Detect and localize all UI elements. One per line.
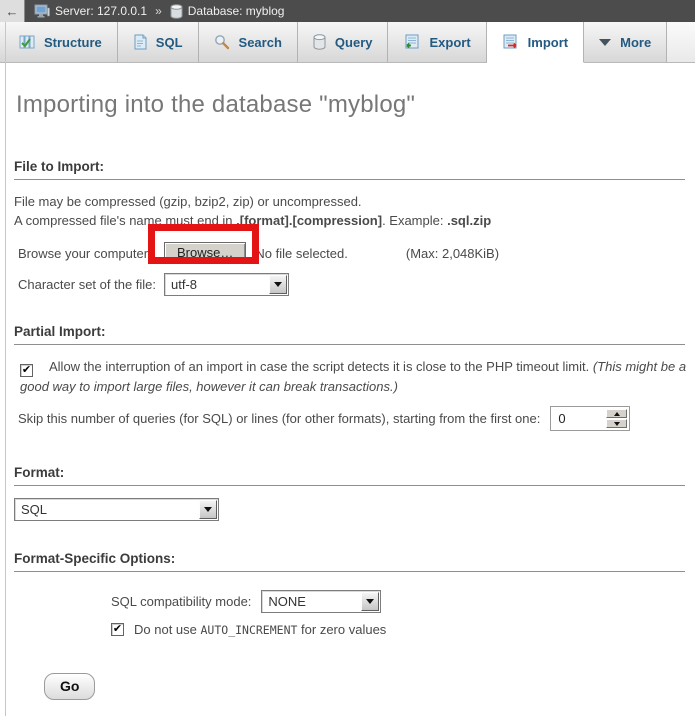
naming-example: .sql.zip [447, 213, 491, 228]
tab-more[interactable]: More [584, 22, 667, 62]
skip-queries-label: Skip this number of queries (for SQL) or… [18, 411, 540, 426]
database-icon [170, 4, 183, 19]
import-icon [502, 34, 519, 50]
allow-interruption-text: Allow the interruption of an import in c… [49, 359, 593, 374]
no-file-selected-text: No file selected. [255, 246, 348, 261]
chevron-down-icon [599, 39, 611, 46]
back-button[interactable]: ← [0, 0, 25, 22]
tab-export[interactable]: Export [388, 22, 486, 62]
tab-label: Search [239, 35, 282, 50]
sql-icon [133, 34, 147, 50]
tab-label: Structure [44, 35, 102, 50]
zero-values-text: Do not use AUTO_INCREMENT for zero value… [134, 622, 386, 637]
breadcrumb-bar: ← Server: 127.0.0.1 » Database: myblog [0, 0, 695, 22]
charset-label: Character set of the file: [14, 277, 164, 292]
export-icon [403, 34, 420, 50]
tab-label: Export [429, 35, 470, 50]
tab-structure[interactable]: Structure [4, 22, 118, 62]
zero-values-checkbox[interactable]: ✔ [111, 623, 124, 636]
zero-values-suffix: for zero values [297, 622, 386, 637]
sql-compat-label: SQL compatibility mode: [111, 594, 251, 609]
charset-row: Character set of the file: utf-8 [14, 273, 687, 296]
sql-compat-selected-value: NONE [262, 594, 360, 609]
spinner-down-icon[interactable] [606, 419, 627, 428]
tab-query[interactable]: Query [298, 22, 389, 62]
dropdown-arrow-icon[interactable] [269, 275, 287, 294]
spinner-up-icon[interactable] [606, 409, 627, 418]
dropdown-arrow-icon[interactable] [199, 500, 217, 519]
tab-label: More [620, 35, 651, 50]
file-help-text: File may be compressed (gzip, bzip2, zip… [14, 192, 687, 230]
section-heading-file-to-import: File to Import: [14, 159, 685, 180]
tab-label: Import [528, 35, 568, 50]
format-row: SQL [14, 498, 687, 521]
format-selected-value: SQL [15, 502, 198, 517]
browse-button[interactable]: Browse… [164, 242, 246, 264]
browse-label: Browse your computer: [14, 246, 164, 261]
main-content: Importing into the database "myblog" Fil… [0, 91, 695, 700]
section-heading-format: Format: [14, 465, 685, 486]
query-icon [313, 34, 326, 50]
tab-strip-filler [667, 22, 695, 62]
charset-selected-value: utf-8 [165, 277, 268, 292]
dropdown-arrow-icon[interactable] [361, 592, 379, 611]
breadcrumb-separator: » [155, 4, 162, 18]
zero-values-row: ✔ Do not use AUTO_INCREMENT for zero val… [111, 622, 687, 637]
back-arrow-icon: ← [6, 4, 19, 19]
naming-format-pattern: .[format].[compression] [236, 213, 382, 228]
server-icon [34, 4, 50, 18]
breadcrumb: Server: 127.0.0.1 » Database: myblog [34, 4, 284, 19]
go-button[interactable]: Go [44, 673, 95, 700]
sql-compat-row: SQL compatibility mode: NONE [111, 590, 687, 613]
charset-select[interactable]: utf-8 [164, 273, 289, 296]
allow-interruption-row: ✔ Allow the interruption of an import in … [14, 357, 687, 397]
search-icon [214, 34, 230, 50]
auto-increment-keyword: AUTO_INCREMENT [201, 623, 298, 637]
page-title: Importing into the database "myblog" [16, 91, 687, 119]
section-heading-format-specific: Format-Specific Options: [14, 551, 685, 572]
tab-sql[interactable]: SQL [118, 22, 199, 62]
naming-line-prefix: A compressed file's name must end in [14, 213, 236, 228]
tab-label: SQL [156, 35, 183, 50]
skip-queries-input[interactable]: 0 [550, 406, 630, 431]
browse-row: Browse your computer: Browse… No file se… [14, 242, 687, 264]
breadcrumb-server[interactable]: Server: 127.0.0.1 [55, 4, 147, 18]
tab-label: Query [335, 35, 373, 50]
tab-strip: Structure SQL Search Query Export [0, 22, 695, 63]
spinner-buttons [606, 409, 627, 428]
skip-queries-value: 0 [553, 411, 606, 426]
sql-compat-select[interactable]: NONE [261, 590, 381, 613]
tab-search[interactable]: Search [199, 22, 298, 62]
tab-import[interactable]: Import [487, 22, 584, 63]
naming-line-mid: . Example: [382, 213, 447, 228]
compression-line: File may be compressed (gzip, bzip2, zip… [14, 194, 362, 209]
zero-values-prefix: Do not use [134, 622, 201, 637]
structure-icon [19, 34, 35, 50]
max-upload-size: (Max: 2,048KiB) [406, 246, 499, 261]
phpmyadmin-import-page: { "breadcrumb": { "back_arrow": "←", "se… [0, 0, 695, 716]
skip-queries-row: Skip this number of queries (for SQL) or… [14, 406, 687, 431]
breadcrumb-database[interactable]: Database: myblog [188, 4, 285, 18]
section-heading-partial-import: Partial Import: [14, 324, 685, 345]
format-select[interactable]: SQL [14, 498, 219, 521]
allow-interruption-checkbox[interactable]: ✔ [20, 364, 33, 377]
